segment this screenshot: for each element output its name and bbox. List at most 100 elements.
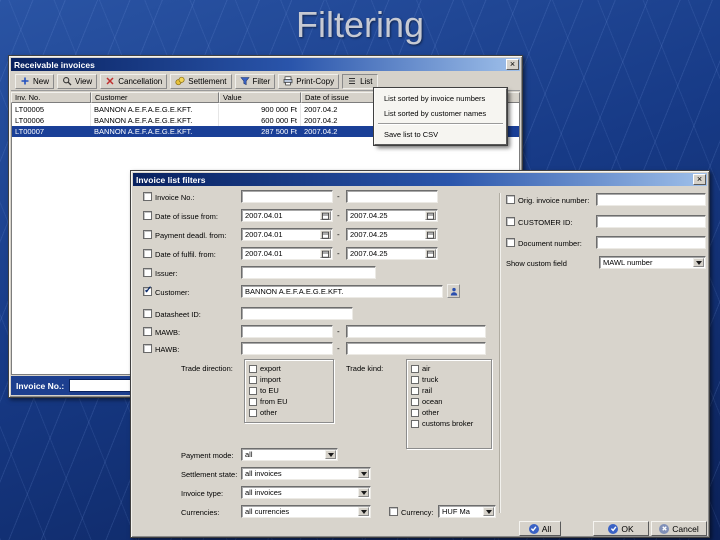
customer-id-label: CUSTOMER ID: [518,218,573,227]
customer-lookup-button[interactable] [447,284,460,298]
close-icon[interactable] [506,59,519,70]
checkbox-icon[interactable] [249,364,257,373]
select-value: all invoices [245,488,282,497]
invoice-no-checkbox[interactable] [143,192,152,201]
checkbox-icon[interactable] [249,375,257,384]
date-of-issue-to-input[interactable]: 2007.04.25 [346,209,438,222]
checkbox-icon[interactable] [249,386,257,395]
new-button[interactable]: New [15,73,55,89]
checkbox-icon[interactable] [411,364,419,373]
customer-id-checkbox[interactable] [506,217,515,226]
customer-id-input[interactable] [596,215,706,228]
cancel-button[interactable]: Cancel [651,521,707,536]
list-button[interactable]: List [342,73,378,89]
date-of-issue-from-input[interactable]: 2007.04.01 [241,209,333,222]
settlement-state-select[interactable]: all invoices [241,467,371,480]
chevron-down-icon[interactable] [325,450,336,459]
datasheet-checkbox[interactable] [143,309,152,318]
menu-item-sorted-by-invoice[interactable]: List sorted by invoice numbers [377,91,504,106]
document-number-input[interactable] [596,236,706,249]
orig-invoice-checkbox[interactable] [506,195,515,204]
chevron-down-icon[interactable] [483,507,494,516]
payment-deadline-to-input[interactable]: 2007.04.25 [346,228,438,241]
customer-checkbox[interactable] [143,285,152,296]
trade-kind-option-ocean[interactable]: ocean [409,396,489,407]
option-label: customs broker [422,419,474,428]
trade-direction-option-export[interactable]: export [247,363,331,374]
hawb-from-input[interactable] [241,342,333,355]
date-of-issue-checkbox[interactable] [143,211,152,220]
datasheet-input[interactable] [241,307,353,320]
payment-deadline-from-input[interactable]: 2007.04.01 [241,228,333,241]
close-icon[interactable] [693,174,706,185]
trade-direction-option-other[interactable]: other [247,407,331,418]
calendar-icon[interactable] [425,211,436,220]
date-value: 2007.04.25 [350,230,388,239]
chevron-down-icon[interactable] [693,258,704,267]
checkbox-icon[interactable] [411,408,419,417]
hawb-checkbox[interactable] [143,344,152,353]
chevron-down-icon[interactable] [358,507,369,516]
issuer-input[interactable] [241,266,376,279]
checkbox-icon[interactable] [249,408,257,417]
cancellation-button[interactable]: Cancellation [100,73,168,89]
fulfilment-checkbox[interactable] [143,249,152,258]
view-button[interactable]: View [57,73,98,89]
customer-input[interactable]: BANNON A.E.F.A.E.G.E.KFT. [241,285,443,298]
calendar-icon[interactable] [425,249,436,258]
orig-invoice-input[interactable] [596,193,706,206]
fulfilment-to-input[interactable]: 2007.04.25 [346,247,438,260]
trade-kind-option-customs-broker[interactable]: customs broker [409,418,489,429]
invoice-type-select[interactable]: all invoices [241,486,371,499]
settlement-button[interactable]: Settlement [170,73,232,89]
print-copy-button[interactable]: Print-Copy [278,73,340,89]
checkbox-icon[interactable] [411,386,419,395]
trade-kind-option-other[interactable]: other [409,407,489,418]
currencies-select[interactable]: all currencies [241,505,371,518]
option-label: other [422,408,440,417]
chevron-down-icon[interactable] [358,488,369,497]
currency-select[interactable]: HUF Ma [438,505,496,518]
hawb-to-input[interactable] [346,342,486,355]
trade-kind-option-truck[interactable]: truck [409,374,489,385]
menu-item-save-csv[interactable]: Save list to CSV [377,127,504,142]
checkbox-icon[interactable] [249,397,257,406]
invoice-no-from-input[interactable] [241,190,333,203]
document-number-checkbox[interactable] [506,238,515,247]
calendar-icon[interactable] [320,211,331,220]
calendar-icon[interactable] [320,230,331,239]
trade-kind-option-air[interactable]: air [409,363,489,374]
trade-kind-option-rail[interactable]: rail [409,385,489,396]
trade-direction-option-to-eu[interactable]: to EU [247,385,331,396]
invoice-no-to-input[interactable] [346,190,438,203]
mawb-from-input[interactable] [241,325,333,338]
checkbox-icon[interactable] [411,397,419,406]
mawb-checkbox[interactable] [143,327,152,336]
option-label: import [260,375,281,384]
trade-direction-group: export import to EU from EU other [244,359,334,423]
ok-button[interactable]: OK [593,521,649,536]
option-label: ocean [422,397,443,406]
column-header-customer[interactable]: Customer [91,92,219,103]
mawb-to-input[interactable] [346,325,486,338]
column-header-inv-no[interactable]: Inv. No. [11,92,91,103]
column-header-value[interactable]: Value [219,92,301,103]
chevron-down-icon[interactable] [358,469,369,478]
fulfilment-label: Date of fulfil. from: [155,250,216,259]
trade-direction-option-import[interactable]: import [247,374,331,385]
payment-mode-select[interactable]: all [241,448,338,461]
calendar-icon[interactable] [425,230,436,239]
fulfilment-from-input[interactable]: 2007.04.01 [241,247,333,260]
trade-direction-option-from-eu[interactable]: from EU [247,396,331,407]
filter-button[interactable]: Filter [234,73,276,89]
menu-item-sorted-by-customer[interactable]: List sorted by customer names [377,106,504,121]
checkbox-icon[interactable] [411,375,419,384]
all-button[interactable]: All [519,521,561,536]
slide-title: Filtering [295,4,425,45]
issuer-checkbox[interactable] [143,268,152,277]
custom-field-select[interactable]: MAWL number [599,256,706,269]
checkbox-icon[interactable] [411,419,419,428]
currency-checkbox[interactable] [389,507,398,516]
calendar-icon[interactable] [320,249,331,258]
payment-deadline-checkbox[interactable] [143,230,152,239]
